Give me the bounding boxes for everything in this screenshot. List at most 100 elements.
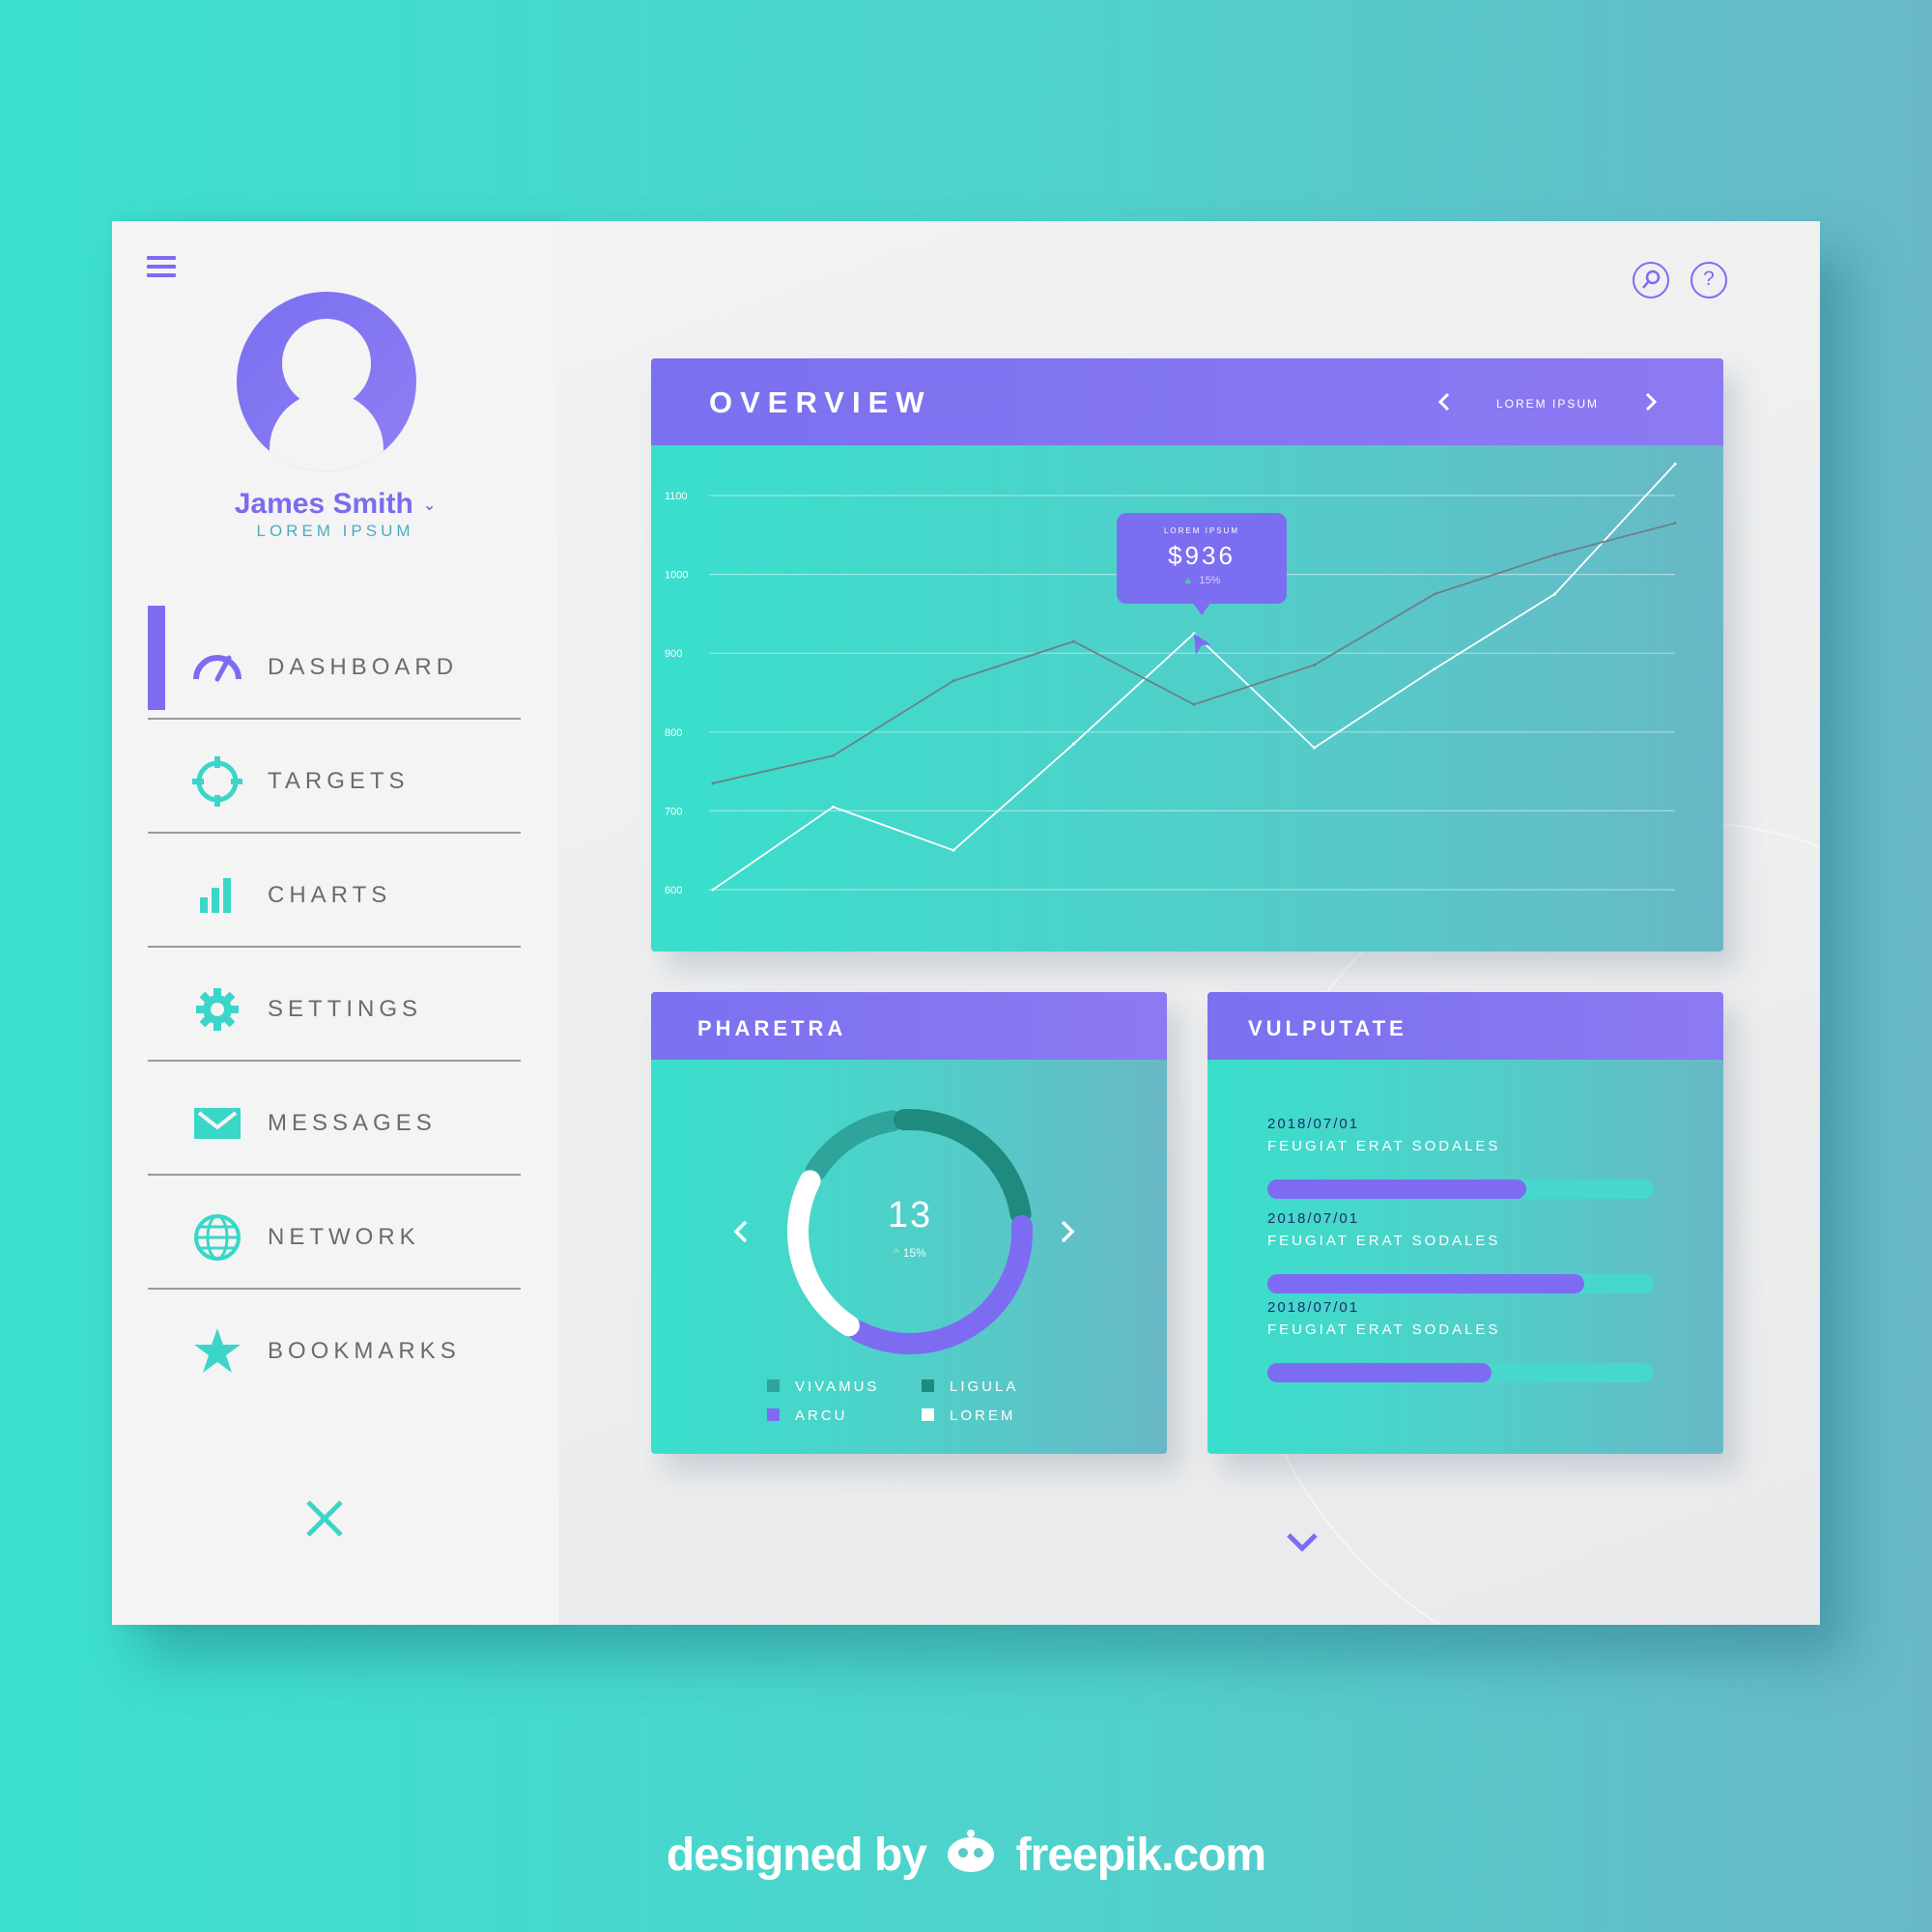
card-title: VULPUTATE [1248, 1016, 1407, 1040]
donut-value: 13 [887, 1195, 933, 1236]
data-point [711, 888, 715, 892]
sidebar-item-label: SETTINGS [268, 996, 423, 1022]
cursor-icon [1194, 633, 1211, 655]
progress-fill [1267, 1179, 1526, 1199]
legend-item: VIVAMUS [767, 1378, 879, 1395]
freepik-logo-icon [948, 1830, 995, 1872]
card-title: PHARETRA [697, 1016, 847, 1040]
help-button[interactable]: ? [1690, 262, 1727, 298]
data-point [1313, 746, 1316, 750]
vulputate-card: VULPUTATE 2018/07/01 FEUGIAT ERAT SODALE… [1208, 992, 1723, 1454]
dashboard-window: James Smith ⌄ LOREM IPSUM DASHBOARD TARGE… [112, 221, 1820, 1625]
item-desc: FEUGIAT ERAT SODALES [1267, 1321, 1501, 1338]
help-icon: ? [1703, 268, 1715, 290]
sidebar-nav: DASHBOARD TARGETS CHARTS SETTINGS MESSAG… [148, 606, 521, 1402]
legend-item: ARCU [767, 1407, 848, 1424]
sidebar-item-charts[interactable]: CHARTS [148, 834, 521, 948]
sidebar-item-targets[interactable]: TARGETS [148, 720, 521, 834]
legend-item: LIGULA [922, 1378, 1018, 1395]
sidebar-item-messages[interactable]: MESSAGES [148, 1062, 521, 1176]
data-point [711, 781, 715, 785]
pager-label: LOREM IPSUM [1495, 397, 1599, 411]
data-point [952, 679, 955, 683]
search-button[interactable] [1632, 262, 1669, 298]
item-desc: FEUGIAT ERAT SODALES [1267, 1138, 1501, 1154]
data-point [1673, 462, 1677, 466]
user-name[interactable]: James Smith ⌄ [112, 488, 558, 521]
item-date: 2018/07/01 [1267, 1116, 1360, 1132]
data-point [1553, 553, 1556, 556]
y-tick-label: 900 [665, 648, 682, 660]
sidebar-item-network[interactable]: NETWORK [148, 1176, 521, 1290]
globe-icon [194, 1214, 241, 1261]
main-content: ? OVERVIEW LOREM IPSUM 1100 1000 900 800 700… [558, 221, 1820, 1625]
data-point [832, 805, 835, 809]
item-date: 2018/07/01 [1267, 1210, 1360, 1227]
chevron-right-icon[interactable] [1055, 1214, 1082, 1249]
sidebar-item-label: BOOKMARKS [268, 1338, 461, 1364]
tooltip-value: $936 [1168, 541, 1236, 570]
donut-segment [805, 1110, 903, 1181]
y-tick-label: 800 [665, 727, 682, 739]
progress-fill [1267, 1363, 1492, 1382]
y-tick-label: 700 [665, 806, 682, 817]
data-point [952, 848, 955, 852]
data-point [1673, 522, 1677, 526]
credit: designed by freepik.com [666, 1830, 1266, 1881]
donut-change: ^ 15% [894, 1246, 926, 1260]
y-tick-label: 1100 [665, 491, 688, 502]
chevron-left-icon[interactable] [1432, 389, 1457, 414]
chevron-down-icon[interactable]: ⌄ [423, 497, 436, 514]
card-title: OVERVIEW [709, 385, 932, 419]
data-point [1553, 592, 1556, 596]
menu-icon[interactable] [147, 256, 176, 277]
avatar[interactable] [237, 292, 416, 471]
sidebar-item-bookmarks[interactable]: BOOKMARKS [148, 1290, 521, 1402]
progress-fill [1267, 1274, 1584, 1293]
list-item: 2018/07/01 FEUGIAT ERAT SODALES [1267, 1210, 1654, 1293]
bar-chart-icon [200, 878, 231, 913]
progress-track [1267, 1179, 1654, 1199]
sidebar: James Smith ⌄ LOREM IPSUM DASHBOARD TARGE… [112, 221, 558, 1625]
sidebar-item-dashboard[interactable]: DASHBOARD [148, 606, 521, 720]
data-point [1433, 592, 1436, 596]
list-item: 2018/07/01 FEUGIAT ERAT SODALES [1267, 1299, 1654, 1382]
chevron-down-icon[interactable] [1283, 1527, 1321, 1556]
close-icon[interactable] [300, 1494, 349, 1543]
y-tick-label: 600 [665, 885, 682, 896]
data-point [1072, 742, 1075, 746]
sidebar-item-label: NETWORK [268, 1224, 420, 1250]
item-date: 2018/07/01 [1267, 1299, 1360, 1316]
data-point [1072, 639, 1075, 643]
search-icon [1641, 270, 1660, 289]
legend-item: LOREM [922, 1407, 1015, 1424]
sidebar-item-label: DASHBOARD [268, 654, 459, 680]
sidebar-item-label: CHARTS [268, 882, 392, 908]
chevron-left-icon[interactable] [726, 1214, 753, 1249]
donut-chart: 13 ^ 15% [775, 1096, 1045, 1367]
target-icon [192, 756, 242, 807]
donut-center: 13 ^ 15% [775, 1195, 1045, 1260]
sidebar-item-settings[interactable]: SETTINGS [148, 948, 521, 1062]
progress-track [1267, 1363, 1654, 1382]
pharetra-header: PHARETRA [651, 992, 1167, 1060]
gear-icon [196, 988, 239, 1031]
data-point [1433, 668, 1436, 671]
tooltip-change: ▲ 15% [1182, 575, 1221, 586]
sidebar-item-label: MESSAGES [268, 1110, 437, 1136]
y-tick-label: 1000 [665, 570, 688, 582]
star-icon [194, 1328, 241, 1373]
arrow-up-icon: ▲ [1182, 575, 1194, 586]
top-toolbar: ? [1615, 262, 1727, 298]
overview-header: OVERVIEW LOREM IPSUM [651, 358, 1723, 445]
arrow-up-icon: ^ [894, 1246, 899, 1260]
vulputate-header: VULPUTATE [1208, 992, 1723, 1060]
progress-track [1267, 1274, 1654, 1293]
gauge-icon [193, 655, 242, 682]
data-point [832, 753, 835, 757]
list-item: 2018/07/01 FEUGIAT ERAT SODALES [1267, 1116, 1654, 1199]
overview-card: OVERVIEW LOREM IPSUM 1100 1000 900 800 700 60… [651, 358, 1723, 952]
chevron-right-icon[interactable] [1638, 389, 1663, 414]
chart-tooltip: LOREM IPSUM $936 ▲ 15% [1117, 513, 1287, 615]
active-indicator [148, 606, 165, 710]
